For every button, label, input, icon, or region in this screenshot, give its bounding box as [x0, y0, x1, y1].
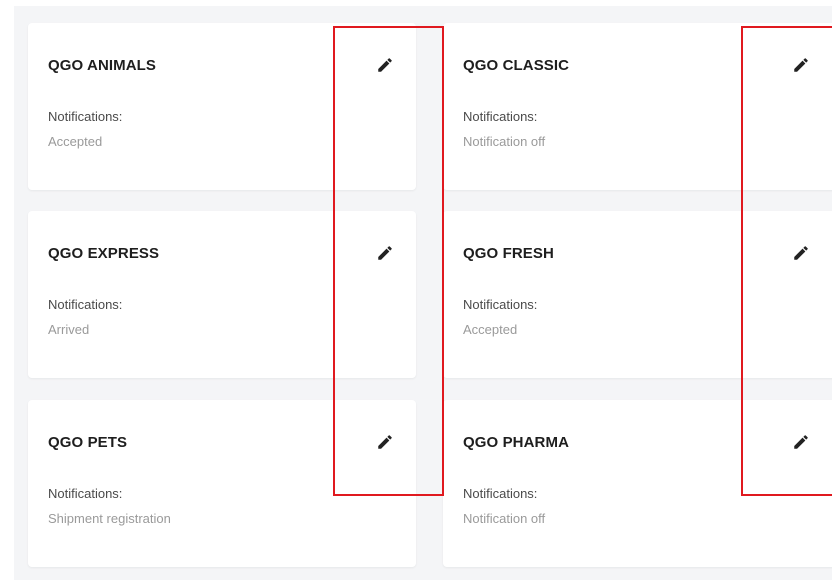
edit-button[interactable] — [789, 430, 813, 454]
edit-button[interactable] — [373, 53, 397, 77]
card-title: QGO CLASSIC — [463, 57, 570, 74]
edit-button[interactable] — [373, 241, 397, 265]
edit-button[interactable] — [789, 53, 813, 77]
service-card-qgo-pharma: QGO PHARMA Notifications: Notification o… — [443, 400, 832, 567]
card-title: QGO EXPRESS — [48, 245, 160, 262]
card-title: QGO PHARMA — [463, 434, 569, 451]
notifications-label: Notifications: — [463, 297, 538, 312]
card-title: QGO ANIMALS — [48, 57, 157, 74]
service-card-qgo-express: QGO EXPRESS Notifications: Arrived — [28, 211, 416, 378]
edit-button[interactable] — [373, 430, 397, 454]
card-title: QGO FRESH — [463, 245, 554, 262]
notifications-label: Notifications: — [463, 109, 538, 124]
pencil-icon — [378, 246, 392, 260]
edit-button[interactable] — [789, 241, 813, 265]
pencil-icon — [794, 58, 808, 72]
notifications-value: Notification off — [463, 511, 546, 526]
notifications-label: Notifications: — [48, 297, 123, 312]
notifications-label: Notifications: — [463, 486, 538, 501]
service-card-qgo-animals: QGO ANIMALS Notifications: Accepted — [28, 23, 416, 190]
pencil-icon — [378, 435, 392, 449]
notifications-label: Notifications: — [48, 486, 123, 501]
notifications-value: Arrived — [48, 322, 90, 337]
service-card-qgo-fresh: QGO FRESH Notifications: Accepted — [443, 211, 832, 378]
pencil-icon — [794, 435, 808, 449]
notifications-value: Accepted — [463, 322, 518, 337]
notifications-value: Accepted — [48, 134, 103, 149]
notifications-value: Notification off — [463, 134, 546, 149]
service-card-qgo-classic: QGO CLASSIC Notifications: Notification … — [443, 23, 832, 190]
notifications-label: Notifications: — [48, 109, 123, 124]
pencil-icon — [378, 58, 392, 72]
pencil-icon — [794, 246, 808, 260]
card-title: QGO PETS — [48, 434, 128, 451]
notifications-value: Shipment registration — [48, 511, 171, 526]
service-card-qgo-pets: QGO PETS Notifications: Shipment registr… — [28, 400, 416, 567]
